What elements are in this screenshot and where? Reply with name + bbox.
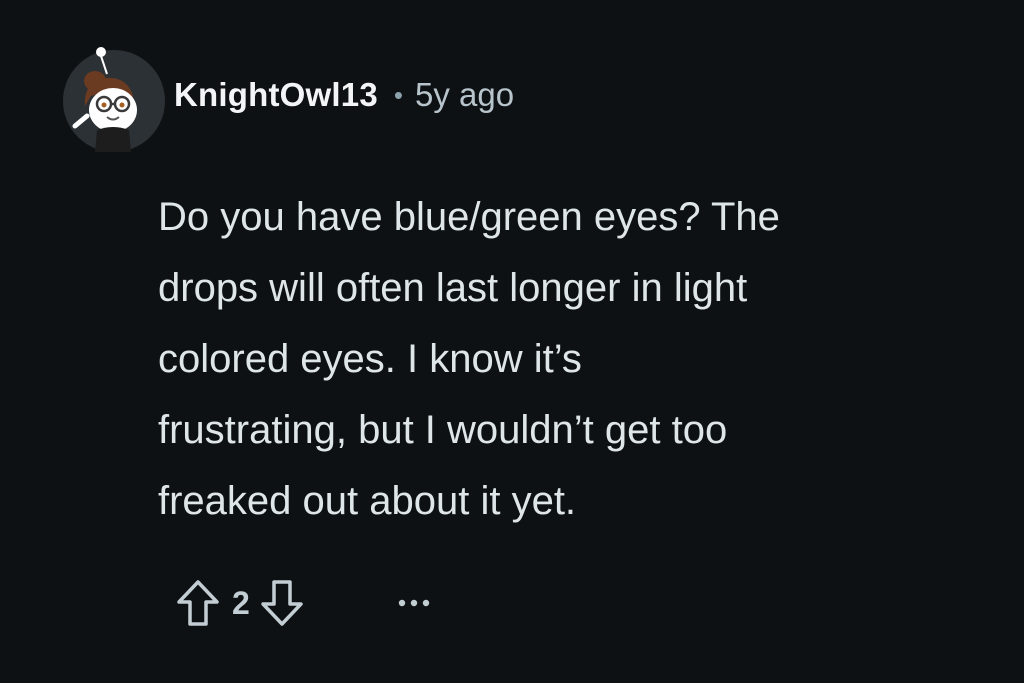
more-options-button[interactable] <box>390 575 438 631</box>
comment-body: Do you have blue/green eyes? The drops w… <box>158 195 780 523</box>
comment: KnightOwl13 • 5y ago Do you have blue/gr… <box>0 0 1024 683</box>
timestamp: 5y ago <box>414 76 515 113</box>
meta-separator: • <box>393 79 403 110</box>
comment-header: KnightOwl13 • 5y ago <box>174 72 514 118</box>
upvote-arrow-icon <box>177 580 219 626</box>
comment-actions: 2 <box>170 575 438 631</box>
user-avatar[interactable] <box>57 44 171 158</box>
vote-score: 2 <box>232 584 250 621</box>
downvote-button[interactable] <box>254 575 310 631</box>
upvote-button[interactable] <box>170 575 226 631</box>
username[interactable]: KnightOwl13 <box>174 76 378 114</box>
more-options-icon <box>398 599 429 607</box>
downvote-arrow-icon <box>261 580 303 626</box>
